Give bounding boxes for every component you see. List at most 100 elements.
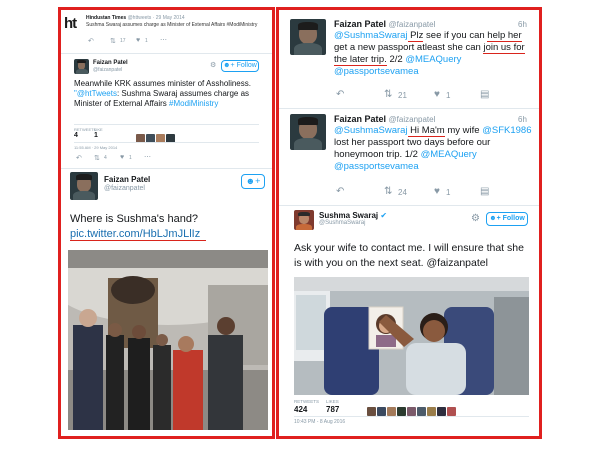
right-collage-panel: Faizan Patel @faizanpatel 6h @SushmaSwar… xyxy=(276,7,542,439)
tweet1-retweet-count: 21 xyxy=(398,91,407,100)
quote-text-main: Meanwhile KRK assumes minister of Asshol… xyxy=(74,79,251,88)
liker-avatars[interactable] xyxy=(136,130,176,148)
quote-name[interactable]: Faizan Patel xyxy=(93,60,128,66)
tweet2-text: @SushmaSwaraj Hi Ma'm my wife @SFK1986 l… xyxy=(334,125,534,173)
faizan-avatar[interactable] xyxy=(74,59,89,74)
reply-likes-count[interactable]: 787 xyxy=(326,405,339,414)
verified-badge-icon: ✔ xyxy=(380,211,388,220)
tweet1-text-f: 2/2 xyxy=(386,54,406,65)
tweet1-like-count: 1 xyxy=(446,91,451,100)
ht-account-name[interactable]: Hindustan Times xyxy=(86,15,126,21)
mention-sushmaswaraj[interactable]: @SushmaSwaraj xyxy=(334,30,408,41)
tweet-1-of-2[interactable]: Faizan Patel @faizanpatel 6h @SushmaSwar… xyxy=(284,110,536,202)
tweet2-name[interactable]: Faizan Patel xyxy=(334,114,386,124)
train-selfie-photo[interactable] xyxy=(294,277,529,395)
tweet1-plz: Plz xyxy=(407,30,424,42)
analytics-icon[interactable]: ▤ xyxy=(480,89,489,100)
tweet2-time[interactable]: 6h xyxy=(518,115,527,124)
reply-icon[interactable]: ↶ xyxy=(336,89,344,100)
reply-liker-avatars[interactable] xyxy=(367,403,457,421)
aircraft-photo-illustration xyxy=(68,250,268,430)
ht-retweet-count: 17 xyxy=(120,38,126,44)
tweet2-header: Faizan Patel @faizanpatel xyxy=(334,114,435,124)
hand-tweet[interactable]: Faizan Patel @faizanpatel ☻+ Where is Su… xyxy=(64,170,269,433)
mention-passportsevamea[interactable]: @passportsevamea xyxy=(334,66,419,77)
quote-timestamp: 11:55 AM · 29 May 2014 xyxy=(74,145,118,150)
tweet1-text-d: get a new passport atleast she can xyxy=(334,42,484,53)
more-icon[interactable]: ⋯ xyxy=(144,153,151,161)
tweet-2-of-2[interactable]: Faizan Patel @faizanpatel 6h @SushmaSwar… xyxy=(284,15,536,105)
tweet1-help-her: help her xyxy=(487,30,522,42)
ht-tweet[interactable]: ht Hindustan Times @httweets · 29 May 20… xyxy=(64,13,269,51)
analytics-icon[interactable]: ▤ xyxy=(480,186,489,197)
tweet1-time[interactable]: 6h xyxy=(518,20,527,29)
hand-tweet-text: Where is Sushma's hand? xyxy=(70,213,199,225)
reply-retweets-label: RETWEETS xyxy=(294,399,320,404)
mention-passportsevamea[interactable]: @passportsevamea xyxy=(334,161,419,172)
quote-tweet[interactable]: Faizan Patel @faizanpatel ⚙ ☻+ Follow Me… xyxy=(64,56,269,166)
hashtag-modiministry[interactable]: #ModiMinistry xyxy=(169,99,218,108)
tweet1-text-b: see if you can xyxy=(423,30,488,41)
gear-icon[interactable]: ⚙ xyxy=(210,61,216,69)
tweet1-header: Faizan Patel @faizanpatel xyxy=(334,19,435,29)
gear-icon[interactable]: ⚙ xyxy=(471,213,480,224)
reply-handle[interactable]: @SushmaSwaraj xyxy=(319,220,365,226)
like-icon[interactable]: ♥ xyxy=(434,186,440,197)
follow-button[interactable]: ☻+ Follow xyxy=(486,212,528,226)
tweet2-handle[interactable]: @faizanpatel xyxy=(389,115,436,124)
reply-likes-label: LIKES xyxy=(326,399,339,404)
quote-handle[interactable]: @faizanpatel xyxy=(93,67,122,73)
reply-text: Ask your wife to contact me. I will ensu… xyxy=(294,242,524,269)
retweet-icon[interactable]: ⇅ xyxy=(384,186,392,197)
hand-handle[interactable]: @faizanpatel xyxy=(104,185,145,192)
tweet1-text: @SushmaSwaraj Plz see if you can help he… xyxy=(334,30,534,78)
more-icon[interactable]: ⋯ xyxy=(160,36,167,44)
footer-like-count: 1 xyxy=(129,155,132,161)
ht-like-count: 1 xyxy=(145,38,148,44)
like-icon[interactable]: ♥ xyxy=(120,154,124,161)
quote-mention-httweets[interactable]: "@htTweets xyxy=(74,89,117,98)
reply-retweets-count[interactable]: 424 xyxy=(294,405,307,414)
retweet-icon[interactable]: ⇅ xyxy=(384,89,392,100)
ht-logo: ht xyxy=(64,15,77,32)
hand-tweet-link[interactable]: pic.twitter.com/HbLJmJLlIz xyxy=(70,228,206,241)
tweet1-handle[interactable]: @faizanpatel xyxy=(389,20,436,29)
follow-person-icon: ☻+ xyxy=(223,62,235,69)
reply-name[interactable]: Sushma Swaraj xyxy=(319,211,378,220)
hand-name[interactable]: Faizan Patel xyxy=(104,175,150,184)
follow-button[interactable]: ☻+ Follow xyxy=(221,60,259,72)
faizan-avatar[interactable] xyxy=(290,19,326,55)
tweet1-name[interactable]: Faizan Patel xyxy=(334,19,386,29)
follow-label: Follow xyxy=(236,62,257,69)
mention-sfk1986[interactable]: @SFK1986 xyxy=(482,125,531,136)
mention-meaquery[interactable]: @MEAQuery xyxy=(421,149,477,160)
train-selfie-illustration xyxy=(294,277,529,395)
follow-label: Follow xyxy=(502,215,525,222)
sushma-reply-tweet[interactable]: Sushma Swaraj ✔ @SushmaSwaraj ⚙ ☻+ Follo… xyxy=(284,207,536,433)
tweet2-text-b: my wife xyxy=(444,125,483,136)
retweet-icon[interactable]: ⇅ xyxy=(94,154,100,162)
reply-icon[interactable]: ↶ xyxy=(88,37,94,45)
reply-icon[interactable]: ↶ xyxy=(76,154,82,162)
like-icon[interactable]: ♥ xyxy=(136,37,140,44)
like-icon[interactable]: ♥ xyxy=(434,89,440,100)
retweet-icon[interactable]: ⇅ xyxy=(110,37,116,45)
follow-button[interactable]: ☻+ xyxy=(241,174,265,189)
ht-handle[interactable]: @httweets xyxy=(128,15,152,21)
mention-sushmaswaraj[interactable]: @SushmaSwaraj xyxy=(334,125,408,136)
quote-tweet-text: Meanwhile KRK assumes minister of Asshol… xyxy=(74,79,259,109)
ht-time: · 29 May 2014 xyxy=(152,15,185,21)
likes-count[interactable]: 1 xyxy=(94,132,98,139)
left-collage-panel: ht Hindustan Times @httweets · 29 May 20… xyxy=(58,7,275,439)
faizan-avatar[interactable] xyxy=(290,114,326,150)
ht-tweet-text: Sushma Swaraj assumes charge as Minister… xyxy=(86,22,258,28)
aircraft-photo[interactable] xyxy=(68,250,268,430)
retweets-count[interactable]: 4 xyxy=(74,132,78,139)
tweet2-like-count: 1 xyxy=(446,188,451,197)
mention-meaquery[interactable]: @MEAQuery xyxy=(405,54,461,65)
faizan-avatar[interactable] xyxy=(70,172,98,200)
reply-icon[interactable]: ↶ xyxy=(336,186,344,197)
tweet2-hi-mam: Hi Ma'm xyxy=(407,125,445,137)
sushma-avatar[interactable] xyxy=(294,210,314,230)
reply-timestamp: 10:43 PM - 8 Aug 2016 xyxy=(294,419,346,425)
